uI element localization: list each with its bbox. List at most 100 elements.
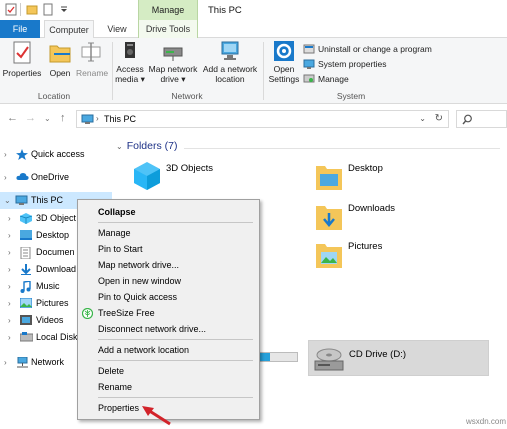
collapse-chevron-icon[interactable]: ⌄: [116, 142, 123, 151]
tab-computer[interactable]: Computer: [44, 20, 94, 39]
rename-icon: [81, 42, 101, 62]
nav-item-videos[interactable]: › Videos: [8, 312, 78, 329]
nav-item-label: Local Disk: [36, 332, 78, 342]
blank-page-quick-icon[interactable]: [42, 3, 54, 16]
nav-item-desktop[interactable]: › Desktop: [8, 227, 78, 244]
add-network-location-button[interactable]: Add a network location: [200, 40, 260, 84]
folder-desktop[interactable]: Desktop: [314, 160, 434, 192]
map-drive-label-1: Map network: [148, 64, 198, 74]
nav-quick-access[interactable]: › Quick access: [4, 146, 112, 163]
menu-item-rename[interactable]: Rename: [78, 379, 259, 395]
folder-pictures[interactable]: Pictures: [314, 238, 434, 270]
uninstall-program-button[interactable]: Uninstall or change a program: [303, 43, 432, 55]
cd-drive-icon: [314, 348, 344, 371]
ribbon: Properties Open Rename Location Access m…: [0, 38, 507, 104]
properties-button[interactable]: Properties: [2, 40, 42, 78]
back-arrow-icon[interactable]: ←: [7, 112, 18, 124]
manage-button[interactable]: Manage: [303, 73, 349, 85]
folder-icon: [316, 206, 342, 230]
new-folder-quick-icon[interactable]: [26, 3, 38, 16]
system-properties-icon: [303, 59, 315, 69]
picture-icon: [20, 298, 32, 308]
open-button[interactable]: Open: [44, 40, 76, 78]
collapse-chevron-icon[interactable]: ⌄: [4, 192, 12, 209]
expand-chevron-icon[interactable]: ›: [8, 210, 16, 227]
nav-item-downloads[interactable]: › Download: [8, 261, 78, 278]
nav-onedrive[interactable]: › OneDrive: [4, 169, 112, 186]
access-media-icon: [125, 42, 135, 58]
tab-drive-tools[interactable]: Drive Tools: [138, 20, 198, 38]
expand-chevron-icon[interactable]: ›: [8, 312, 16, 329]
expand-chevron-icon[interactable]: ›: [8, 295, 16, 312]
nav-item-label: Documen: [36, 247, 75, 257]
menu-separator: [98, 360, 253, 361]
map-network-drive-button[interactable]: Map network drive ▾: [147, 40, 199, 84]
folders-group-header[interactable]: ⌄ Folders (7): [116, 140, 177, 152]
nav-network-label: Network: [31, 357, 65, 367]
menu-item-collapse[interactable]: Collapse: [78, 204, 259, 220]
treesize-icon: [82, 308, 93, 319]
folder-downloads[interactable]: Downloads: [314, 200, 434, 232]
desktop-icon: [20, 230, 32, 240]
expand-chevron-icon[interactable]: ›: [4, 146, 12, 163]
menu-item-add-network-location[interactable]: Add a network location: [78, 342, 259, 358]
menu-item-disconnect-drive[interactable]: Disconnect network drive...: [78, 321, 259, 337]
map-drive-label-2: drive: [160, 74, 179, 84]
system-properties-button[interactable]: System properties: [303, 58, 387, 70]
breadcrumb-chevron-icon[interactable]: ›: [96, 114, 99, 123]
expand-chevron-icon[interactable]: ›: [4, 169, 12, 186]
open-settings-button[interactable]: Open Settings: [266, 40, 302, 84]
menu-item-treesize[interactable]: TreeSize Free: [78, 305, 259, 321]
disk-usage-bar: [258, 352, 298, 362]
customize-toolbar-icon[interactable]: [58, 3, 70, 16]
access-media-button[interactable]: Access media ▾: [114, 40, 146, 84]
expand-chevron-icon[interactable]: ›: [8, 227, 16, 244]
nav-item-documents[interactable]: › Documen: [8, 244, 78, 261]
group-separator: [112, 42, 113, 100]
address-bar[interactable]: › This PC ⌄ ↻: [76, 110, 449, 128]
folder-3d-objects[interactable]: 3D Objects: [132, 160, 252, 192]
location-group-label: Location: [37, 91, 71, 101]
expand-chevron-icon[interactable]: ›: [8, 278, 16, 295]
cd-drive-label: CD Drive (D:): [349, 349, 406, 360]
expand-chevron-icon[interactable]: ›: [4, 354, 12, 371]
cd-drive-tile[interactable]: CD Drive (D:): [308, 340, 489, 376]
expand-chevron-icon[interactable]: ›: [8, 261, 16, 278]
address-dropdown-icon[interactable]: ⌄: [419, 114, 426, 123]
document-icon: [20, 247, 31, 259]
title-bar: Manage This PC: [0, 0, 507, 21]
open-settings-label-2: Settings: [268, 74, 300, 84]
manage-context-tab[interactable]: Manage: [138, 0, 198, 21]
hard-drive-icon: [20, 332, 33, 342]
menu-item-pin-quick-access[interactable]: Pin to Quick access: [78, 289, 259, 305]
rename-button[interactable]: Rename: [76, 40, 108, 78]
menu-separator: [98, 339, 253, 340]
network-group-label: Network: [171, 91, 203, 101]
download-icon: [21, 264, 31, 275]
menu-item-open-new-window[interactable]: Open in new window: [78, 273, 259, 289]
up-arrow-icon[interactable]: ↑: [60, 112, 66, 124]
nav-this-pc-label: This PC: [31, 195, 64, 205]
forward-arrow-icon[interactable]: →: [25, 112, 36, 124]
nav-item-3d-objects[interactable]: › 3D Object: [8, 210, 78, 227]
video-icon: [20, 315, 32, 325]
menu-item-pin-to-start[interactable]: Pin to Start: [78, 241, 259, 257]
group-separator: [263, 42, 264, 100]
disk-usage-fill: [259, 353, 271, 361]
properties-quick-icon[interactable]: [5, 3, 17, 16]
tab-view[interactable]: View: [102, 20, 132, 38]
nav-item-pictures[interactable]: › Pictures: [8, 295, 78, 312]
menu-item-delete[interactable]: Delete: [78, 363, 259, 379]
cube-icon: [134, 162, 160, 190]
expand-chevron-icon[interactable]: ›: [8, 244, 16, 261]
menu-item-map-network-drive[interactable]: Map network drive...: [78, 257, 259, 273]
refresh-icon[interactable]: ↻: [435, 113, 443, 124]
nav-item-music[interactable]: › Music: [8, 278, 78, 295]
recent-locations-icon[interactable]: ⌄: [44, 114, 51, 123]
expand-chevron-icon[interactable]: ›: [8, 329, 16, 346]
tab-file[interactable]: File: [0, 20, 40, 38]
menu-item-manage[interactable]: Manage: [78, 225, 259, 241]
nav-network[interactable]: › Network: [4, 354, 74, 371]
nav-item-local-disk[interactable]: › Local Disk: [8, 329, 78, 346]
search-input[interactable]: [456, 110, 507, 128]
